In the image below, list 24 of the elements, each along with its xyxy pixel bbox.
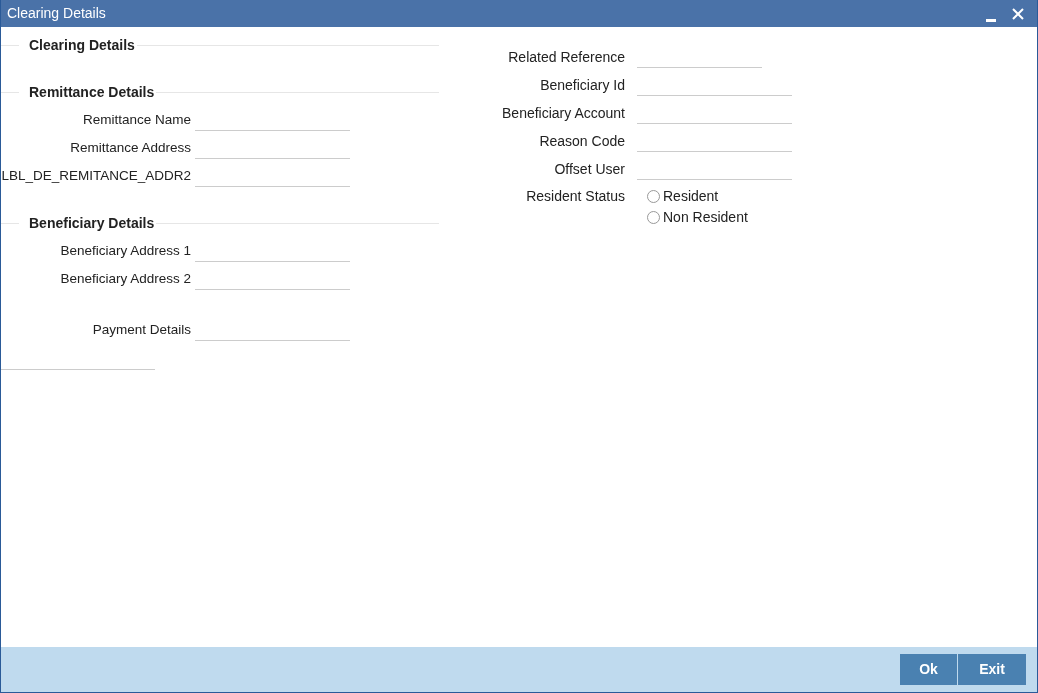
field-label: Remittance Address — [69, 138, 191, 157]
field-label: Payment Details — [91, 320, 191, 339]
radio-option[interactable]: Resident — [647, 186, 748, 207]
field-label: Beneficiary Address 2 — [59, 269, 191, 288]
section-heading: Remittance Details — [29, 82, 155, 102]
radio-button[interactable] — [647, 190, 660, 203]
radio-option[interactable]: Non Resident — [647, 207, 748, 228]
dialog-button[interactable]: Exit — [958, 654, 1026, 685]
field-label: Related Reference — [507, 47, 625, 67]
field-label: Beneficiary Id — [539, 75, 625, 95]
dialog-button[interactable]: Ok — [900, 654, 957, 685]
window-title: Clearing Details — [7, 4, 107, 23]
field-label: Reason Code — [538, 131, 625, 151]
field-label: Beneficiary Address 1 — [59, 241, 191, 260]
field-label: Resident Status — [525, 187, 625, 206]
field-label: LBL_DE_REMITANCE_ADDR2 — [1, 166, 191, 185]
section-heading: Beneficiary Details — [29, 213, 155, 233]
radio-button[interactable] — [647, 211, 660, 224]
section-heading: Clearing Details — [29, 35, 135, 55]
close-button[interactable] — [1011, 6, 1025, 21]
field-label: Offset User — [553, 159, 625, 179]
field-label: Beneficiary Account — [501, 103, 625, 123]
field-label: Remittance Name — [81, 110, 191, 129]
close-icon — [1012, 7, 1024, 20]
